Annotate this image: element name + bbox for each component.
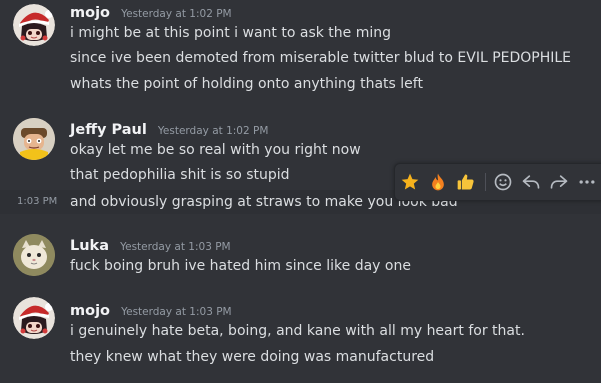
hover-timestamp: 1:03 PM xyxy=(17,196,58,207)
star-icon xyxy=(401,173,419,190)
message-line: since ive been demoted from miserable tw… xyxy=(70,50,572,66)
message-timestamp: Yesterday at 1:03 PM xyxy=(120,241,231,253)
message-line: i genuinely hate beta, boing, and kane w… xyxy=(70,323,525,339)
author-name[interactable]: Luka xyxy=(70,238,109,254)
add-reaction-button[interactable] xyxy=(491,170,515,194)
toolbar-divider xyxy=(485,173,486,191)
forward-button[interactable] xyxy=(547,170,571,194)
message-line: i might be at this point i want to ask t… xyxy=(70,25,392,41)
message-line: that pedophilia shit is so stupid xyxy=(70,167,290,183)
thumbs-up-icon xyxy=(457,174,474,190)
more-icon xyxy=(579,180,595,184)
avatar[interactable] xyxy=(13,234,55,276)
thumbs-up-reaction-button[interactable] xyxy=(454,170,478,194)
add-reaction-icon xyxy=(494,173,512,191)
reply-button[interactable] xyxy=(519,170,543,194)
message-line: okay let me be so real with you right no… xyxy=(70,142,361,158)
message-timestamp: Yesterday at 1:03 PM xyxy=(121,306,232,318)
author-name[interactable]: Jeffy Paul xyxy=(70,122,147,138)
forward-icon xyxy=(550,175,568,189)
author-name[interactable]: mojo xyxy=(70,5,110,21)
more-options-button[interactable] xyxy=(575,170,599,194)
message-line: fuck boing bruh ive hated him since like… xyxy=(70,258,411,274)
avatar[interactable] xyxy=(13,4,55,46)
message-timestamp: Yesterday at 1:02 PM xyxy=(121,8,232,20)
avatar[interactable] xyxy=(13,297,55,339)
message-timestamp: Yesterday at 1:02 PM xyxy=(157,125,269,137)
message-line: they knew what they were doing was manuf… xyxy=(70,349,435,365)
avatar[interactable] xyxy=(13,118,55,160)
author-name[interactable]: mojo xyxy=(70,303,110,319)
message-line: whats the point of holding onto anything… xyxy=(70,76,423,92)
reply-icon xyxy=(522,175,540,189)
star-reaction-button[interactable] xyxy=(398,170,422,194)
fire-icon xyxy=(432,173,444,191)
fire-reaction-button[interactable] xyxy=(426,170,450,194)
message-actions-toolbar xyxy=(394,163,601,201)
